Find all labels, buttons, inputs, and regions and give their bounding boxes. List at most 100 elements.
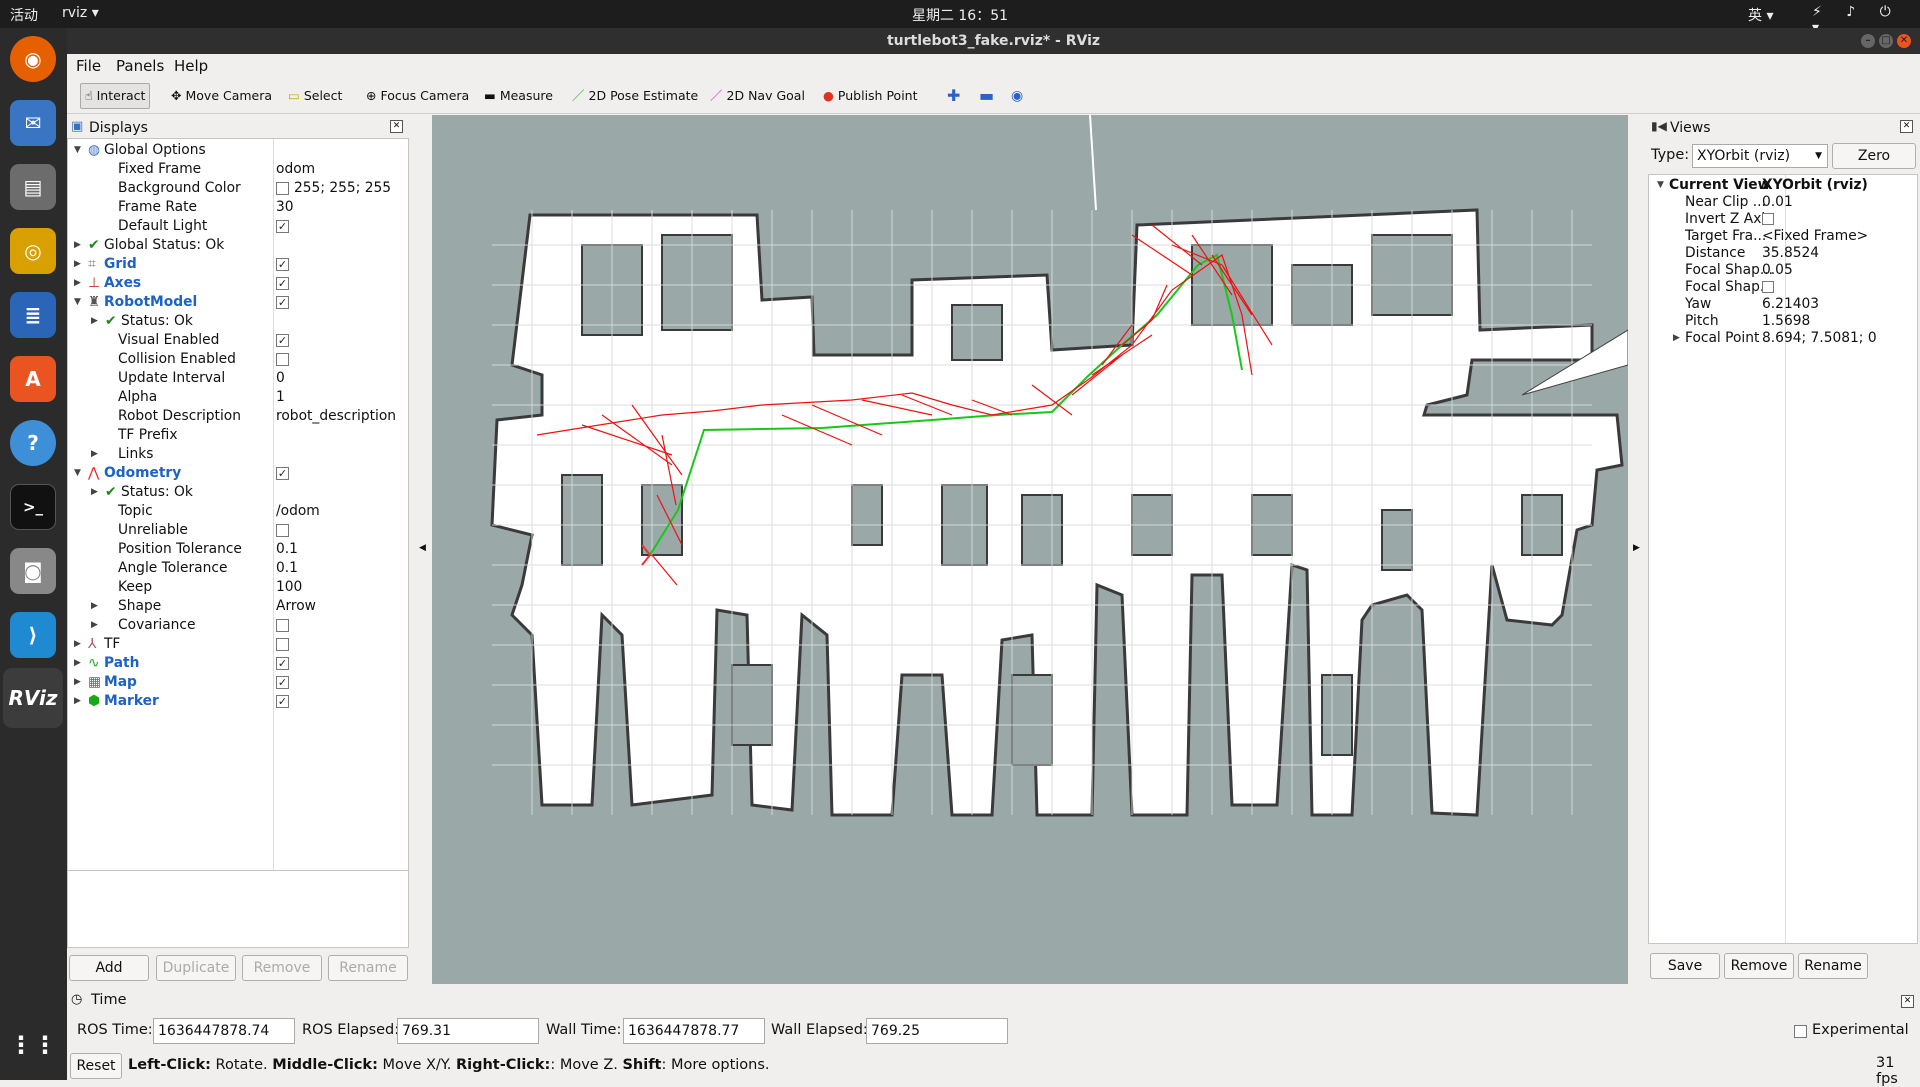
expand-arrow-icon[interactable]: ▶ (74, 654, 81, 673)
duplicate-button[interactable]: Duplicate (156, 955, 236, 981)
enable-checkbox[interactable] (276, 353, 289, 366)
3d-viewport[interactable] (432, 115, 1628, 984)
enable-checkbox[interactable] (276, 638, 289, 651)
display-row-value[interactable]: 0.1 (276, 559, 298, 578)
pose-estimate-button[interactable]: ／ 2D Pose Estimate (568, 83, 702, 109)
display-row[interactable]: Frame Rate 30 (68, 198, 408, 217)
view-property-value[interactable]: 0.01 (1762, 194, 1793, 211)
display-row-value[interactable]: 0 (276, 369, 285, 388)
reset-button[interactable]: Reset (70, 1053, 122, 1079)
expand-arrow-icon[interactable]: ▶ (91, 483, 98, 502)
add-tool-icon[interactable]: ✚ (943, 83, 964, 109)
save-view-button[interactable]: Save (1650, 953, 1720, 979)
display-row[interactable]: ▼ ⋀ Odometry ✓ (68, 464, 408, 483)
time-close-icon[interactable]: ✕ (1901, 995, 1914, 1008)
display-row[interactable]: ▼ ♜ RobotModel ✓ (68, 293, 408, 312)
mail-icon[interactable]: ✉ (10, 100, 56, 146)
enable-checkbox[interactable]: ✓ (276, 334, 289, 347)
view-property-value[interactable]: 35.8524 (1762, 245, 1819, 262)
move-camera-button[interactable]: ✥ Move Camera (167, 83, 276, 109)
display-row-value[interactable]: 0.1 (276, 540, 298, 559)
remove-view-button[interactable]: Remove (1724, 953, 1794, 979)
terminal-icon[interactable]: >_ (10, 484, 56, 530)
expand-arrow-icon[interactable]: ▶ (74, 255, 81, 274)
expand-arrow-icon[interactable]: ▶ (1673, 330, 1680, 347)
current-view-row[interactable]: ▼ Current View XYOrbit (rviz) (1649, 177, 1919, 194)
collapse-arrow-icon[interactable]: ▼ (74, 141, 81, 160)
display-row[interactable]: ▶ ⬢ Marker ✓ (68, 692, 408, 711)
property-checkbox[interactable] (1762, 213, 1774, 225)
display-row[interactable]: Background Color 255; 255; 255 (68, 179, 408, 198)
display-row[interactable]: ▶ ✔ Status: Ok (68, 312, 408, 331)
remove-display-button[interactable]: Remove (242, 955, 322, 981)
display-row[interactable]: ▼ ◍ Global Options (68, 141, 408, 160)
display-row-value[interactable]: 255; 255; 255 (294, 179, 391, 198)
display-row[interactable]: TF Prefix (68, 426, 408, 445)
expand-arrow-icon[interactable]: ▶ (91, 445, 98, 464)
display-row-value[interactable]: Arrow (276, 597, 316, 616)
software-icon[interactable]: A (10, 356, 56, 402)
display-row[interactable]: Keep 100 (68, 578, 408, 597)
experimental-checkbox[interactable] (1794, 1025, 1807, 1038)
display-row-value[interactable]: odom (276, 160, 315, 179)
measure-button[interactable]: ▬ Measure (480, 83, 557, 109)
minimize-icon[interactable]: – (1861, 34, 1875, 48)
display-row[interactable]: Fixed Frame odom (68, 160, 408, 179)
writer-icon[interactable]: ≣ (10, 292, 56, 338)
display-row[interactable]: ▶ ✔ Global Status: Ok (68, 236, 408, 255)
enable-checkbox[interactable]: ✓ (276, 277, 289, 290)
wall-elapsed-field[interactable]: 769.25 (866, 1018, 1008, 1044)
view-property-row[interactable]: Invert Z Axis (1649, 211, 1919, 228)
display-row[interactable]: Alpha 1 (68, 388, 408, 407)
display-row[interactable]: ▶ ✔ Status: Ok (68, 483, 408, 502)
display-row[interactable]: Unreliable (68, 521, 408, 540)
expand-arrow-icon[interactable]: ▶ (91, 312, 98, 331)
display-row-value[interactable]: robot_description (276, 407, 396, 426)
property-checkbox[interactable] (1762, 281, 1774, 293)
zero-button[interactable]: Zero (1832, 143, 1916, 169)
enable-checkbox[interactable]: ✓ (276, 467, 289, 480)
clock[interactable]: 星期二 16：51 (0, 5, 1920, 25)
display-row-value[interactable]: 100 (276, 578, 302, 597)
menu-file[interactable]: File (76, 57, 101, 75)
view-property-value[interactable]: 1.5698 (1762, 313, 1810, 330)
firefox-icon[interactable]: ◉ (10, 36, 56, 82)
enable-checkbox[interactable] (276, 619, 289, 632)
displays-close-icon[interactable]: ✕ (390, 120, 403, 133)
view-property-row[interactable]: ▶ Focal Point 8.694; 7.5081; 0 (1649, 330, 1919, 347)
display-row[interactable]: ▶ Covariance (68, 616, 408, 635)
display-row[interactable]: Robot Description robot_description (68, 407, 408, 426)
rviz-icon[interactable]: RViz (3, 668, 63, 728)
vscode-icon[interactable]: ⟩ (10, 612, 56, 658)
view-property-row[interactable]: Focal Shap... (1649, 279, 1919, 296)
display-row[interactable]: Collision Enabled (68, 350, 408, 369)
audio-icon[interactable]: ◎ (10, 228, 56, 274)
view-property-row[interactable]: Yaw 6.21403 (1649, 296, 1919, 313)
enable-checkbox[interactable]: ✓ (276, 676, 289, 689)
ros-time-field[interactable]: 1636447878.74 (153, 1018, 295, 1044)
display-row[interactable]: ▶ ∿ Path ✓ (68, 654, 408, 673)
view-property-row[interactable]: Pitch 1.5698 (1649, 313, 1919, 330)
enable-checkbox[interactable]: ✓ (276, 657, 289, 670)
display-row[interactable]: ▶ ⊥ Axes ✓ (68, 274, 408, 293)
publish-point-button[interactable]: ● Publish Point (819, 83, 922, 109)
display-row[interactable]: ▶ Links (68, 445, 408, 464)
files-icon[interactable]: ▤ (10, 164, 56, 210)
display-row-value[interactable]: 1 (276, 388, 285, 407)
rename-display-button[interactable]: Rename (328, 955, 408, 981)
menu-help[interactable]: Help (174, 57, 208, 75)
collapse-arrow-icon[interactable]: ▼ (74, 464, 81, 483)
collapse-right-icon[interactable]: ▶ (1633, 543, 1640, 553)
nav-goal-button[interactable]: ／ 2D Nav Goal (706, 83, 809, 109)
collapse-left-icon[interactable]: ◀ (419, 543, 426, 553)
display-row[interactable]: ▶ Shape Arrow (68, 597, 408, 616)
view-property-value[interactable]: <Fixed Frame> (1762, 228, 1868, 245)
color-swatch[interactable] (276, 182, 289, 195)
add-button[interactable]: Add (69, 955, 149, 981)
close-icon[interactable]: ✕ (1897, 34, 1911, 48)
expand-arrow-icon[interactable]: ▶ (74, 274, 81, 293)
enable-checkbox[interactable]: ✓ (276, 220, 289, 233)
menu-panels[interactable]: Panels (116, 57, 164, 75)
display-row-value[interactable]: /odom (276, 502, 320, 521)
type-select[interactable]: XYOrbit (rviz) ▼ (1692, 144, 1828, 168)
